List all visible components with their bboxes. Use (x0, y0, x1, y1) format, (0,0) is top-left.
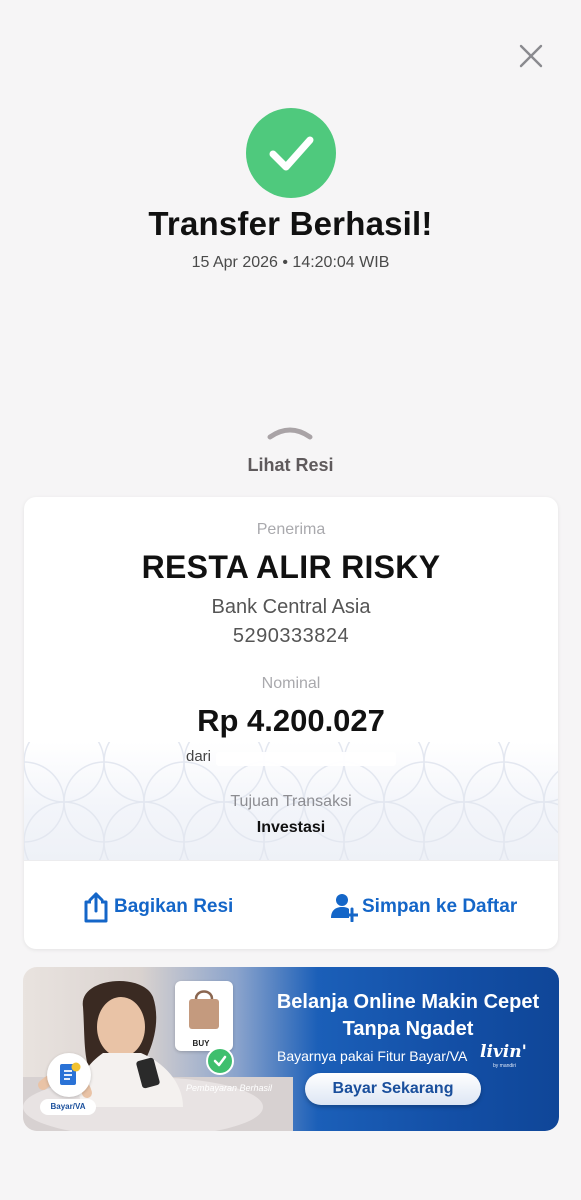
pay-now-button[interactable]: Bayar Sekarang (305, 1073, 481, 1105)
add-contact-icon (331, 894, 358, 922)
page-title: Transfer Berhasil! (148, 205, 433, 242)
save-to-list-button[interactable]: Simpan ke Daftar (330, 887, 517, 927)
recipient-label: Penerima (256, 521, 326, 538)
payment-check-badge (206, 1047, 234, 1075)
checkmark-icon (213, 1055, 227, 1067)
livin-logo-tagline: by mandiri (493, 1063, 517, 1069)
success-badge (246, 108, 336, 198)
bayar-va-badge (47, 1053, 91, 1097)
buy-label: BUY (192, 1039, 210, 1048)
redacted-source-account (216, 752, 396, 766)
bayar-va-label: Bayar/VA (40, 1099, 96, 1115)
view-receipt-label[interactable]: Lihat Resi (0, 455, 581, 476)
livin-logo: livin' (480, 1042, 527, 1062)
promo-banner[interactable]: BUY Pembayaran Berhasil Bayar/VA Belanja… (23, 967, 559, 1131)
share-icon (84, 892, 108, 923)
card-divider (24, 860, 558, 861)
transfer-amount: Rp 4.200.027 (197, 703, 385, 738)
promo-subtitle: Bayarnya pakai Fitur Bayar/VA (277, 1048, 468, 1064)
transfer-success-screen: Transfer Berhasil! 15 Apr 2026 • 14:20:0… (0, 0, 581, 1200)
receipt-card: Penerima RESTA ALIR RISKY Bank Central A… (24, 497, 558, 949)
share-receipt-label: Bagikan Resi (114, 896, 234, 917)
promo-headline-1: Belanja Online Makin Cepet (276, 991, 540, 1013)
save-to-list-label: Simpan ke Daftar (362, 896, 518, 917)
share-receipt-button[interactable]: Bagikan Resi (82, 887, 233, 927)
recipient-name: RESTA ALIR RISKY (141, 549, 441, 585)
close-icon (519, 44, 543, 68)
source-account-label: dari (186, 748, 212, 765)
transaction-datetime: 15 Apr 2026 • 14:20:04 WIB (191, 254, 390, 271)
payment-success-label: Pembayaran Berhasil (186, 1083, 273, 1093)
chevron-up-icon (267, 427, 313, 440)
document-icon (60, 1062, 81, 1085)
promo-headline-2: Tanpa Ngadet (342, 1018, 474, 1040)
purpose-value: Investasi (256, 819, 326, 836)
shopping-bag-icon (189, 990, 219, 1029)
purpose-label: Tujuan Transaksi (230, 793, 352, 810)
amount-label: Nominal (261, 675, 321, 692)
close-button[interactable] (515, 40, 547, 72)
checkmark-icon (269, 136, 314, 171)
view-receipt-toggle[interactable] (266, 423, 314, 443)
bank-name: Bank Central Asia (211, 596, 371, 618)
account-number: 5290333824 (232, 625, 350, 647)
